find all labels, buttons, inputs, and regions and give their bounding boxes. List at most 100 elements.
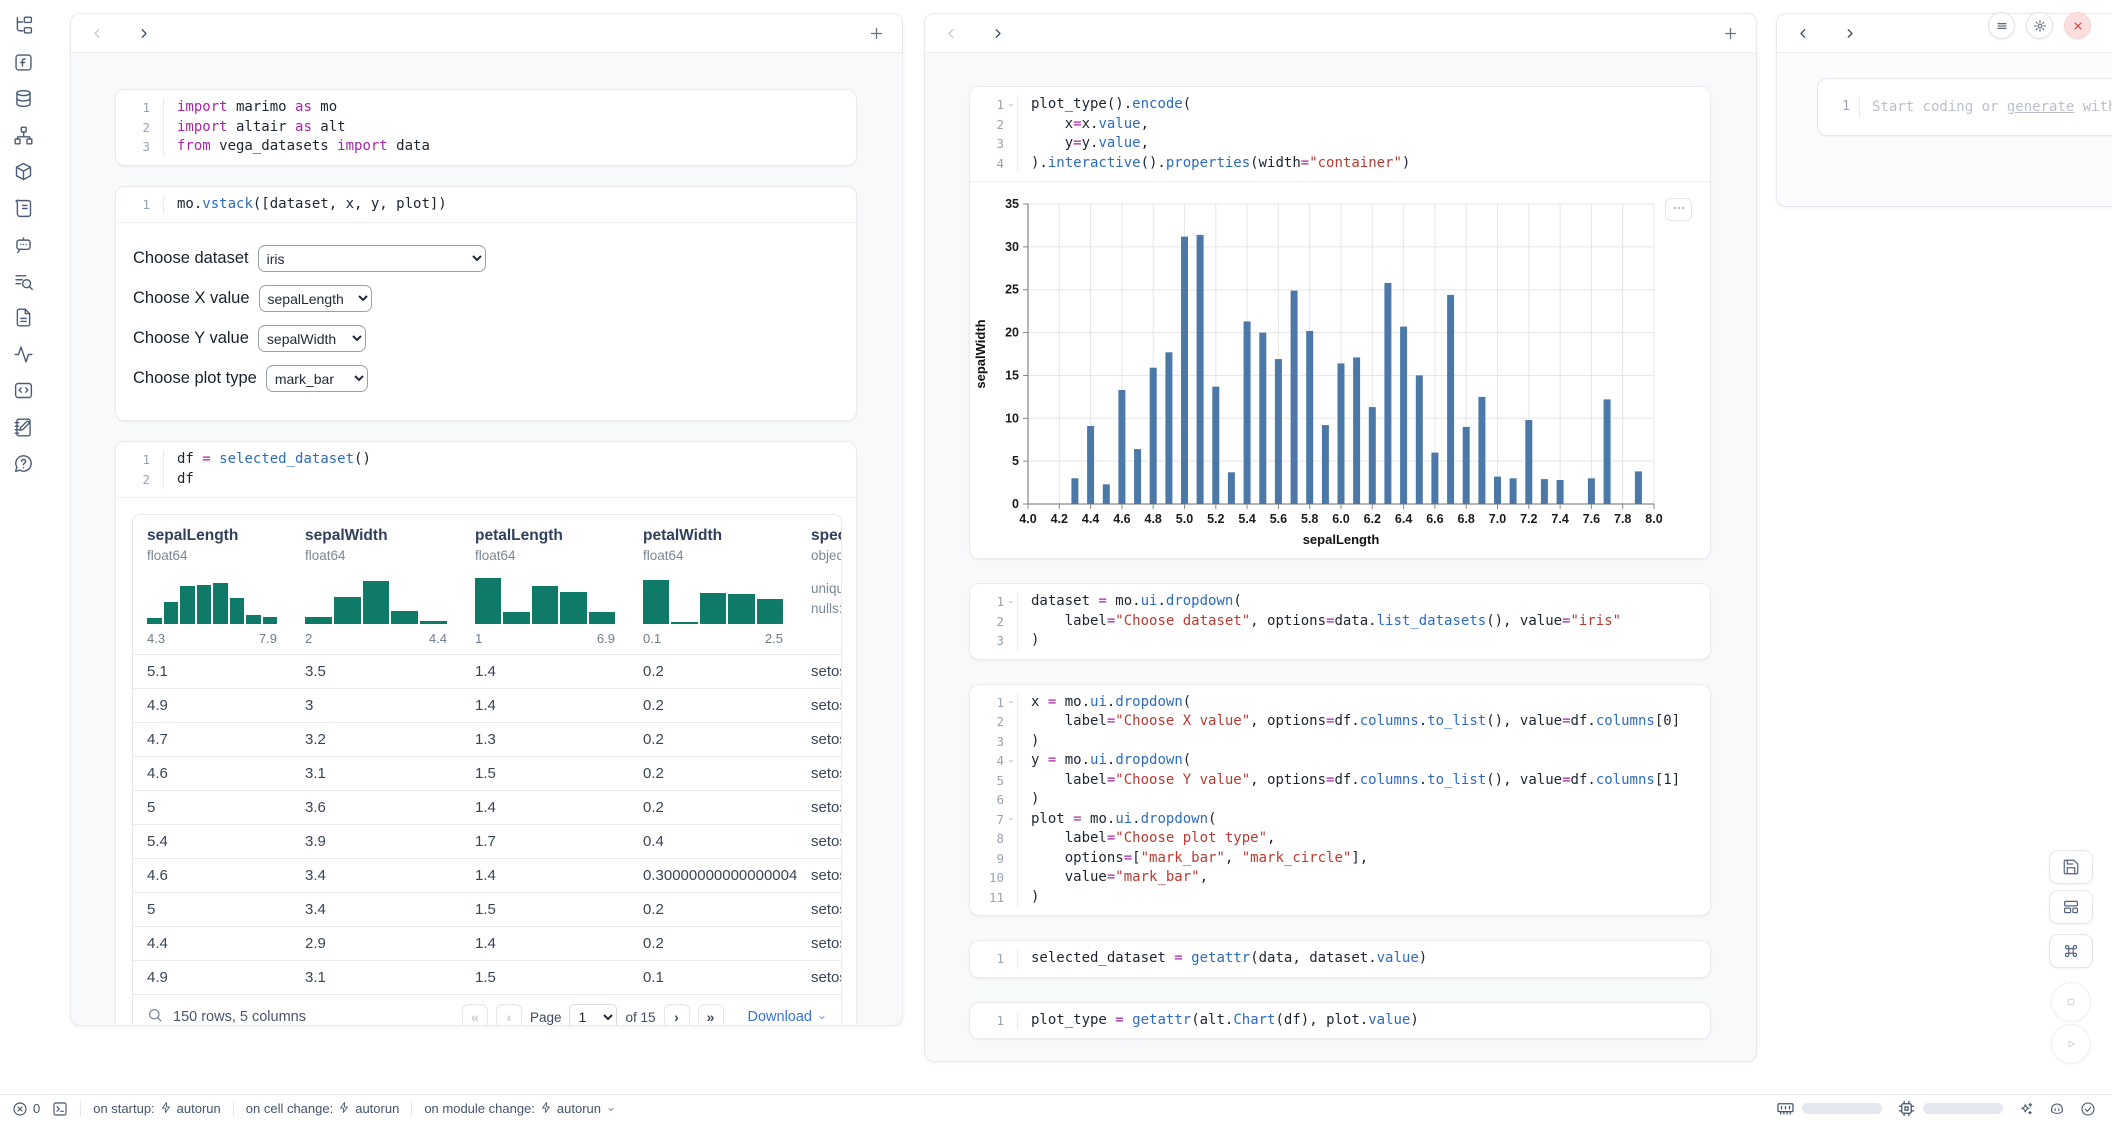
code-editor[interactable]: 1import marimo as mo2import altair as al… xyxy=(116,90,856,165)
fold-chevron-icon[interactable] xyxy=(1004,814,1017,824)
connection-status-button[interactable] xyxy=(2080,1101,2096,1117)
save-button[interactable] xyxy=(2049,850,2093,884)
table-cell: 1.4 xyxy=(461,799,629,816)
chevron-left-icon[interactable] xyxy=(941,23,961,43)
table-cell: 3.9 xyxy=(291,833,461,850)
table-cell: setosa xyxy=(797,697,841,714)
errors-button[interactable]: 0 xyxy=(12,1101,40,1117)
code-text: plot = mo.ui.dropdown( xyxy=(1018,810,1216,830)
column-header-sepalWidth[interactable]: sepalWidth float64 24.4 xyxy=(291,515,461,654)
separator xyxy=(233,1101,234,1116)
code-editor[interactable]: 1selected_dataset = getattr(data, datase… xyxy=(970,941,1710,977)
chevron-left-icon[interactable] xyxy=(87,23,107,43)
code-editor[interactable]: 1mo.vstack([dataset, x, y, plot]) xyxy=(116,187,856,223)
autorun-setting-2[interactable]: on module change: autorun xyxy=(424,1101,616,1117)
last-page-button[interactable]: » xyxy=(698,1004,724,1026)
search-icon[interactable] xyxy=(147,1007,163,1026)
line-number: 1 xyxy=(116,450,164,470)
close-button[interactable] xyxy=(2064,12,2091,39)
check-circle-icon xyxy=(2080,1101,2096,1117)
sidebar-item-outputs[interactable] xyxy=(13,380,34,401)
sidebar-item-dependencies[interactable] xyxy=(13,125,34,146)
dropdown-select-choose-plot-type[interactable]: mark_bar xyxy=(266,365,368,392)
sidebar-item-packages[interactable] xyxy=(13,161,34,182)
dropdown-select-choose-x-value[interactable]: sepalLength xyxy=(259,285,372,312)
fold-chevron-icon[interactable] xyxy=(1004,697,1017,707)
fold-chevron-icon[interactable] xyxy=(1004,100,1017,110)
save-icon xyxy=(2062,858,2080,876)
table-cell: 3.6 xyxy=(291,799,461,816)
code-line: 3) xyxy=(970,732,1710,752)
download-button[interactable]: Download xyxy=(748,1009,828,1025)
code-editor[interactable]: 1plot_type().encode(2 x=x.value,3 y=y.va… xyxy=(970,87,1710,181)
dropdown-select-choose-y-value[interactable]: sepalWidth xyxy=(258,325,366,352)
run-all-button[interactable] xyxy=(2051,1024,2091,1064)
code-editor[interactable]: 1df = selected_dataset()2df xyxy=(116,442,856,497)
altair-bar-chart[interactable]: 4.0 4.2 4.4 4.6 4.8 5.0 5.2 5.4 5.6 5.8 … xyxy=(972,190,1672,552)
code-line: 3from vega_datasets import data xyxy=(116,137,856,157)
chevron-right-icon[interactable] xyxy=(987,23,1007,43)
copilot-button[interactable] xyxy=(2049,1101,2065,1117)
column-header-petalLength[interactable]: petalLength float64 16.9 xyxy=(461,515,629,654)
page-select[interactable]: 1 xyxy=(569,1004,617,1026)
line-number: 2 xyxy=(116,118,164,138)
dropdown-select-choose-dataset[interactable]: iris xyxy=(258,245,486,272)
layout-button[interactable] xyxy=(2049,890,2093,924)
sidebar-item-files[interactable] xyxy=(13,15,34,36)
table-row: 4.63.41.40.30000000000000004setosa xyxy=(133,858,841,892)
sidebar-item-variables[interactable] xyxy=(13,52,34,73)
add-cell-button[interactable] xyxy=(1720,23,1740,43)
sidebar-item-documentation[interactable] xyxy=(13,271,34,292)
chevron-right-icon[interactable] xyxy=(1839,23,1859,43)
table-cell: 1.4 xyxy=(461,663,629,680)
first-page-button[interactable]: « xyxy=(462,1004,488,1026)
chart-actions-button[interactable] xyxy=(1665,198,1692,221)
code-cell: 1dataset = mo.ui.dropdown(2 label="Choos… xyxy=(969,583,1711,660)
code-line: 2import altair as alt xyxy=(116,118,856,138)
next-page-button[interactable]: › xyxy=(664,1004,690,1026)
dropdown-row: Choose Y valuesepalWidth xyxy=(133,325,839,352)
sidebar-item-snippets[interactable] xyxy=(13,307,34,328)
sidebar-item-logs[interactable] xyxy=(13,198,34,219)
ai-assistant-button[interactable] xyxy=(2018,1101,2034,1117)
scratchpad-editor[interactable]: 1 Start coding or generate with AI xyxy=(1817,78,2112,136)
copilot-icon xyxy=(2049,1101,2065,1117)
chevron-right-icon[interactable] xyxy=(133,23,153,43)
column-dtype: float64 xyxy=(475,548,615,563)
stop-button[interactable] xyxy=(2051,982,2091,1022)
sparkles-icon xyxy=(2018,1101,2034,1117)
table-cell: 0.4 xyxy=(629,833,797,850)
terminal-button[interactable] xyxy=(52,1101,68,1117)
column-header-species[interactable]: species objectunique:nulls: xyxy=(797,515,841,654)
sidebar-item-tracing[interactable] xyxy=(13,344,34,365)
sidebar-item-chat[interactable] xyxy=(13,234,34,255)
code-editor[interactable]: 1plot_type = getattr(alt.Chart(df), plot… xyxy=(970,1003,1710,1039)
code-text: value="mark_bar", xyxy=(1018,868,1208,888)
menu-button[interactable] xyxy=(1988,12,2015,39)
code-editor[interactable]: 1dataset = mo.ui.dropdown(2 label="Choos… xyxy=(970,584,1710,659)
autorun-setting-0[interactable]: on startup: autorun xyxy=(93,1101,221,1117)
table-cell: 1.4 xyxy=(461,867,629,884)
settings-button[interactable] xyxy=(2026,12,2053,39)
fold-spacer xyxy=(1004,717,1017,727)
add-cell-button[interactable] xyxy=(866,23,886,43)
column-header-sepalLength[interactable]: sepalLength float64 4.37.9 xyxy=(133,515,291,654)
autorun-setting-1[interactable]: on cell change: autorun xyxy=(246,1101,400,1117)
help-icon xyxy=(13,453,34,474)
table-cell: 3 xyxy=(291,697,461,714)
column-header-petalWidth[interactable]: petalWidth float64 0.12.5 xyxy=(629,515,797,654)
sidebar-item-help[interactable] xyxy=(13,453,34,474)
fold-chevron-icon[interactable] xyxy=(1004,597,1017,607)
column-histogram xyxy=(475,576,615,624)
fold-spacer xyxy=(150,142,163,152)
chevron-left-icon[interactable] xyxy=(1793,23,1813,43)
sidebar-item-datasources[interactable] xyxy=(13,88,34,109)
fold-chevron-icon[interactable] xyxy=(1004,756,1017,766)
keyboard-shortcuts-button[interactable] xyxy=(2049,934,2093,968)
code-text: x=x.value, xyxy=(1018,115,1149,135)
code-editor[interactable]: 1x = mo.ui.dropdown(2 label="Choose X va… xyxy=(970,685,1710,916)
files-icon xyxy=(13,15,34,36)
svg-text:7.2: 7.2 xyxy=(1520,512,1537,526)
sidebar-item-scratchpad[interactable] xyxy=(13,417,34,438)
prev-page-button[interactable]: ‹ xyxy=(496,1004,522,1026)
